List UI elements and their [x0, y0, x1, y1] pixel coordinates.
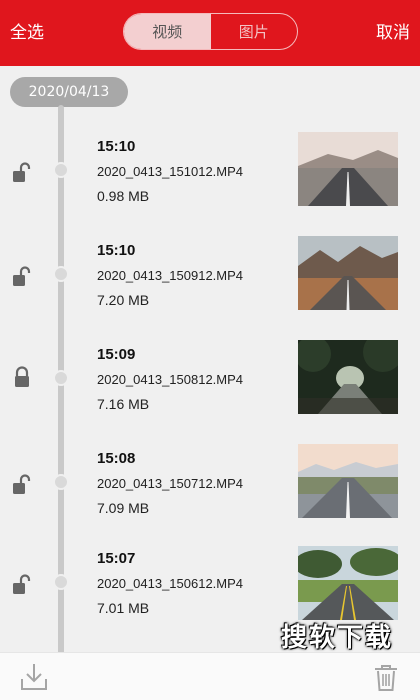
item-time: 15:10	[97, 138, 136, 155]
list-item[interactable]: 15:10 2020_0413_151012.MP4 0.98 MB	[0, 118, 420, 222]
unlock-icon[interactable]	[12, 574, 32, 596]
item-filename: 2020_0413_150712.MP4	[97, 476, 244, 491]
select-all-button[interactable]: 全选	[10, 21, 44, 45]
item-time: 15:09	[97, 346, 136, 363]
item-size: 7.16 MB	[97, 396, 150, 412]
media-type-switch: 视频 图片	[123, 13, 298, 50]
item-filename: 2020_0413_150612.MP4	[97, 576, 244, 591]
trash-icon[interactable]	[372, 663, 400, 693]
tab-photo[interactable]: 图片	[211, 14, 298, 49]
item-time: 15:08	[97, 450, 136, 467]
road-forest-dark-icon[interactable]	[298, 340, 398, 414]
unlock-icon[interactable]	[12, 162, 32, 184]
timeline-dot	[53, 474, 69, 490]
unlock-icon[interactable]	[12, 474, 32, 496]
item-size: 7.20 MB	[97, 292, 150, 308]
timeline-dot	[53, 266, 69, 282]
download-icon[interactable]	[18, 661, 50, 693]
timeline-dot	[53, 574, 69, 590]
list-item[interactable]: 15:08 2020_0413_150712.MP4 7.09 MB	[0, 430, 420, 534]
road-mountains-icon[interactable]	[298, 236, 398, 310]
unlock-icon[interactable]	[12, 266, 32, 288]
timeline-dot	[53, 162, 69, 178]
item-size: 0.98 MB	[97, 188, 150, 204]
timeline-dot	[53, 370, 69, 386]
date-group-label: 2020/04/13	[10, 77, 128, 107]
item-time: 15:10	[97, 242, 136, 259]
item-filename: 2020_0413_151012.MP4	[97, 164, 244, 179]
item-size: 7.01 MB	[97, 600, 150, 616]
item-time: 15:07	[97, 550, 136, 567]
list-item[interactable]: 15:10 2020_0413_150912.MP4 7.20 MB	[0, 222, 420, 326]
list-item[interactable]: 15:09 2020_0413_150812.MP4 7.16 MB	[0, 326, 420, 430]
road-snow-mountains-icon[interactable]	[298, 444, 398, 518]
tab-video[interactable]: 视频	[124, 14, 211, 49]
road-desert-icon[interactable]	[298, 132, 398, 206]
watermark: 搜软下载	[280, 622, 393, 653]
item-filename: 2020_0413_150812.MP4	[97, 372, 244, 387]
item-filename: 2020_0413_150912.MP4	[97, 268, 244, 283]
cancel-button[interactable]: 取消	[376, 21, 410, 45]
road-trees-icon[interactable]	[298, 546, 398, 620]
top-bar: 全选 视频 图片 取消	[0, 0, 420, 66]
lock-icon[interactable]	[12, 366, 32, 388]
item-size: 7.09 MB	[97, 500, 150, 516]
